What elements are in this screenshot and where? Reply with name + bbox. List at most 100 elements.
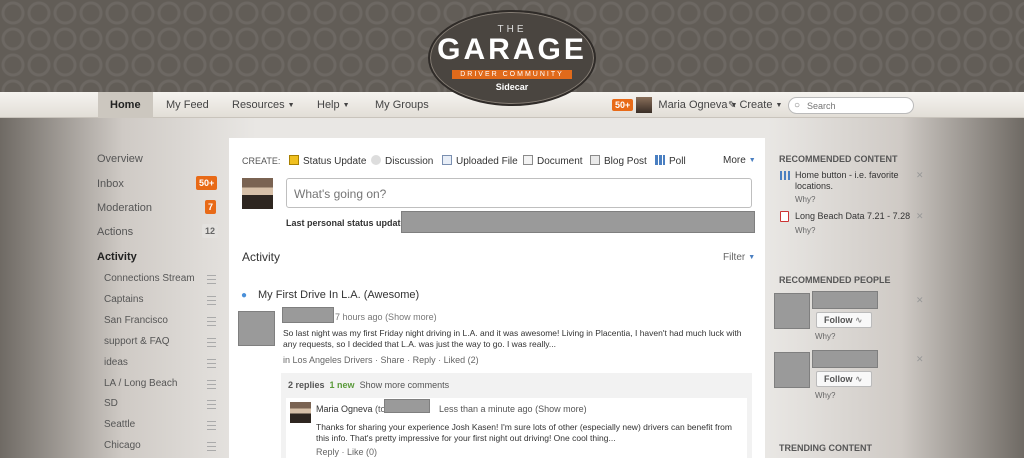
current-user-avatar xyxy=(242,178,273,209)
recommended-item-title[interactable]: Long Beach Data 7.21 - 7.28 xyxy=(795,211,915,222)
inbox-count-badge: 50+ xyxy=(196,176,218,190)
follow-label: Follow xyxy=(824,374,853,384)
comment-body: Thanks for sharing your experience Josh … xyxy=(316,422,732,443)
status-icon xyxy=(289,155,299,165)
filter-label: Filter xyxy=(723,252,746,263)
show-more-comments[interactable]: Show more comments xyxy=(360,380,450,390)
comment-show-more[interactable]: (Show more) xyxy=(535,404,587,414)
sidebar-item-moderation[interactable]: Moderation xyxy=(97,202,152,214)
post-title[interactable]: My First Drive In L.A. (Awesome) xyxy=(258,289,419,301)
bar-chart-icon xyxy=(655,155,665,165)
why-link[interactable]: Why? xyxy=(815,332,835,341)
search-box[interactable]: ○ xyxy=(788,97,914,114)
stream-list-icon xyxy=(207,338,216,347)
new-count: 1 new xyxy=(329,380,355,390)
logo-name: GARAGE xyxy=(437,33,587,66)
create-blog-post[interactable]: Blog Post xyxy=(590,155,647,167)
stream-list-icon xyxy=(207,296,216,305)
sidebar-stream[interactable]: San Francisco xyxy=(104,315,168,326)
post-place-link[interactable]: in Los Angeles Drivers xyxy=(283,355,373,365)
trending-content-heading: TRENDING CONTENT xyxy=(779,443,872,453)
redacted-person-avatar xyxy=(774,352,810,388)
create-poll[interactable]: Poll xyxy=(655,155,686,167)
activity-heading: Activity xyxy=(242,250,281,264)
sidebar-stream[interactable]: support & FAQ xyxy=(104,336,170,347)
dismiss-icon[interactable]: ✕ xyxy=(916,295,924,306)
sidebar-stream[interactable]: Chicago xyxy=(104,440,141,451)
notification-badge[interactable]: 50+ xyxy=(612,99,634,111)
create-more[interactable]: More ▼ xyxy=(723,155,756,166)
comment-meta: Maria Ogneva (to xyxy=(316,404,386,414)
nav-my-groups[interactable]: My Groups xyxy=(363,92,441,118)
search-input[interactable] xyxy=(807,99,907,112)
post-meta: 7 hours ago (Show more) xyxy=(335,312,437,322)
comments-summary: 2 replies 1 new Show more comments xyxy=(288,380,449,390)
comment-author[interactable]: Maria Ogneva xyxy=(316,404,373,414)
comment-item: Maria Ogneva (to Less than a minute ago … xyxy=(286,398,747,458)
nav-my-feed[interactable]: My Feed xyxy=(154,92,221,118)
actions-count-badge: 12 xyxy=(202,224,219,238)
sidebar-item-inbox[interactable]: Inbox xyxy=(97,178,124,190)
blog-icon xyxy=(590,155,600,165)
chevron-down-icon: ▼ xyxy=(287,102,295,109)
why-link[interactable]: Why? xyxy=(795,226,815,235)
chevron-down-icon: ▼ xyxy=(775,102,783,109)
dismiss-icon[interactable]: ✕ xyxy=(916,211,924,222)
comment-like-link[interactable]: Like (0) xyxy=(347,447,377,457)
follow-label: Follow xyxy=(824,315,853,325)
speech-bubble-icon xyxy=(371,155,381,165)
sidebar-stream[interactable]: Seattle xyxy=(104,419,135,430)
comment-reply-link[interactable]: Reply xyxy=(316,447,339,457)
site-logo[interactable]: THE GARAGE DRIVER COMMUNITY Sidecar xyxy=(428,10,596,106)
document-icon xyxy=(523,155,533,165)
create-menu-label: Create xyxy=(739,99,773,111)
status-composer[interactable] xyxy=(286,178,752,208)
sidebar-stream[interactable]: ideas xyxy=(104,357,128,368)
sidebar-item-overview[interactable]: Overview xyxy=(97,153,143,165)
comment-time-row: Less than a minute ago (Show more) xyxy=(439,404,587,414)
redacted-status xyxy=(401,211,755,233)
follow-button[interactable]: Follow ∿ xyxy=(816,371,872,387)
main-panel: CREATE: Status Update Discussion Uploade… xyxy=(229,138,765,458)
discussion-icon: ● xyxy=(241,290,248,301)
post-show-more[interactable]: (Show more) xyxy=(385,312,437,322)
recommended-people-heading: RECOMMENDED PEOPLE xyxy=(779,275,891,285)
why-link[interactable]: Why? xyxy=(815,391,835,400)
nav-resources[interactable]: Resources ▼ xyxy=(220,92,307,118)
file-upload-icon xyxy=(442,155,452,165)
create-uploaded-file[interactable]: Uploaded File xyxy=(442,155,518,167)
why-link[interactable]: Why? xyxy=(795,195,815,204)
create-document[interactable]: Document xyxy=(523,155,583,167)
redacted-person-name xyxy=(812,350,878,368)
create-menu[interactable]: ✎ Create ▼ xyxy=(716,92,794,118)
filter-button[interactable]: Filter ▼ xyxy=(723,252,755,263)
follow-button[interactable]: Follow ∿ xyxy=(816,312,872,328)
sidebar-stream[interactable]: LA / Long Beach xyxy=(104,378,177,389)
sidebar-item-actions[interactable]: Actions xyxy=(97,226,133,238)
stream-list-icon xyxy=(207,380,216,389)
dismiss-icon[interactable]: ✕ xyxy=(916,170,924,181)
post-body: So last night was my first Friday night … xyxy=(283,328,742,349)
create-status-update[interactable]: Status Update xyxy=(289,155,366,167)
create-option-label: Status Update xyxy=(303,156,367,167)
sidebar-stream[interactable]: SD xyxy=(104,398,118,409)
create-discussion[interactable]: Discussion xyxy=(371,155,433,167)
nav-home[interactable]: Home xyxy=(98,92,153,118)
status-input[interactable] xyxy=(294,187,734,201)
stream-list-icon xyxy=(207,275,216,284)
sidebar-stream[interactable]: Captains xyxy=(104,294,143,305)
create-option-label: Document xyxy=(537,156,583,167)
nav-help[interactable]: Help ▼ xyxy=(305,92,362,118)
stream-list-icon xyxy=(207,317,216,326)
pencil-icon: ✎ xyxy=(728,100,737,111)
dismiss-icon[interactable]: ✕ xyxy=(916,354,924,365)
share-link[interactable]: Share xyxy=(381,355,405,365)
stream-list-icon xyxy=(207,442,216,451)
comments-section: 2 replies 1 new Show more comments Maria… xyxy=(281,373,752,458)
recommended-item-title[interactable]: Home button - i.e. favorite locations. xyxy=(795,170,910,192)
reply-link[interactable]: Reply xyxy=(413,355,436,365)
sidebar-item-activity[interactable]: Activity xyxy=(97,251,137,263)
sidebar-stream[interactable]: Connections Stream xyxy=(104,273,195,284)
chevron-down-icon: ▼ xyxy=(748,254,756,261)
liked-link[interactable]: Liked (2) xyxy=(444,355,479,365)
